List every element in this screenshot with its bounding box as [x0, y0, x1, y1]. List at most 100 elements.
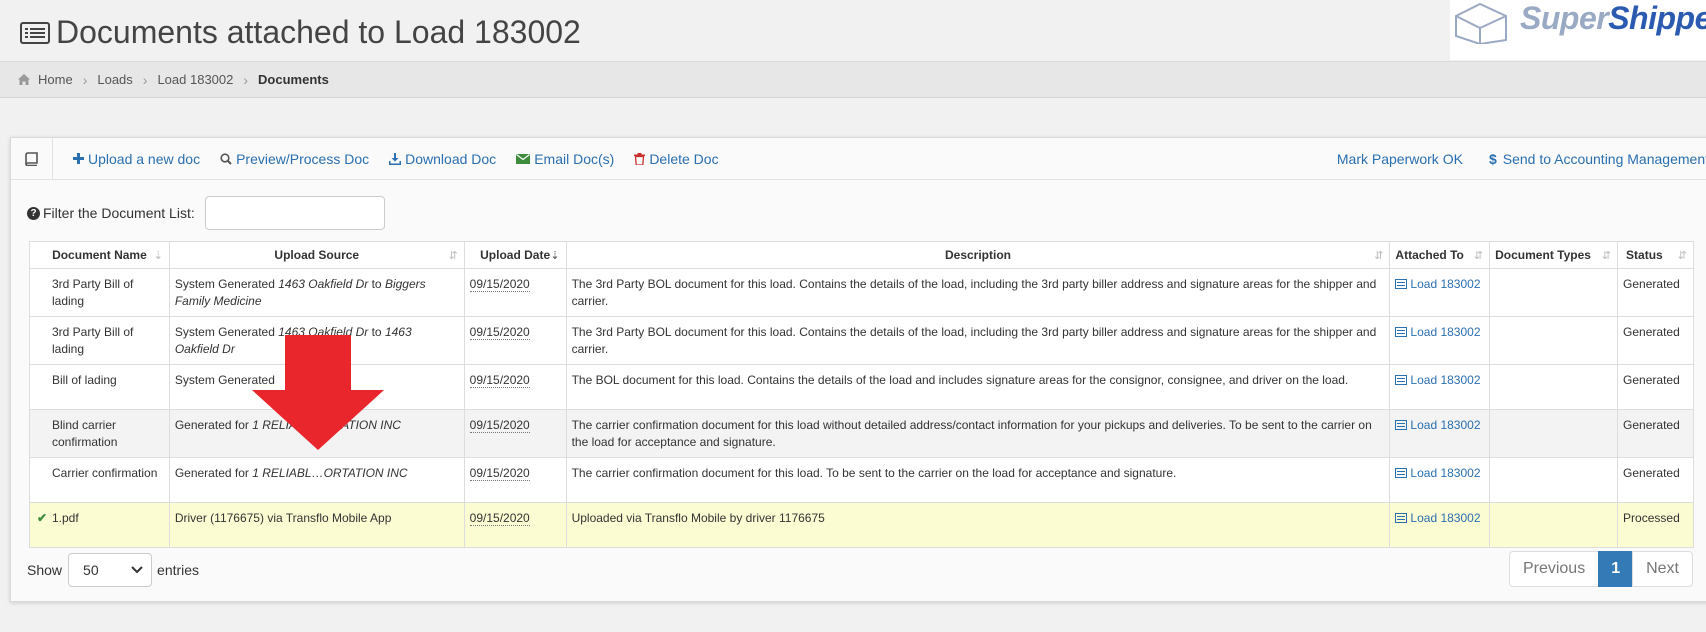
col-header-attached-to[interactable]: Attached To ⇵ — [1389, 241, 1491, 269]
source-from: 1463 Oakfield Dr — [278, 325, 369, 339]
cell-document-types — [1489, 409, 1619, 458]
upload-doc-button[interactable]: Upload a new doc — [73, 151, 200, 167]
sort-icon: ⇵ — [1601, 250, 1612, 262]
breadcrumb-load[interactable]: Load 183002 — [157, 72, 233, 87]
col-header-label: Description — [944, 248, 1011, 262]
cell-upload-source: System Generated — [168, 364, 465, 410]
sort-icon: ⇵ — [1677, 250, 1687, 262]
cell-document-name: Carrier confirmation — [29, 457, 170, 503]
next-page-button[interactable]: Next — [1632, 551, 1693, 587]
email-docs-button[interactable]: Email Doc(s) — [516, 151, 614, 167]
send-to-accounting-button[interactable]: $ Send to Accounting Management — [1489, 151, 1706, 167]
col-header-upload-date[interactable]: Upload Date ⇣ — [463, 241, 567, 269]
chevron-right-icon: › — [142, 71, 148, 88]
table-row[interactable]: 3rd Party Bill of lading System Generate… — [29, 268, 1694, 317]
cell-attached-to: Load 183002 — [1389, 268, 1491, 317]
attached-load-text: Load 183002 — [1410, 325, 1481, 339]
attached-load-link[interactable]: Load 183002 — [1395, 418, 1481, 432]
book-icon-button[interactable] — [11, 137, 53, 180]
toolbar: Upload a new doc Preview/Process Doc Dow… — [11, 137, 1706, 180]
send-to-accounting-label: Send to Accounting Management — [1502, 151, 1706, 167]
attached-load-link[interactable]: Load 183002 — [1395, 325, 1481, 339]
cell-document-name: 3rd Party Bill of lading — [29, 316, 170, 365]
col-header-description[interactable]: Description ⇵ — [565, 241, 1391, 269]
cell-upload-source: Generated for 1 RELIAB…ORTATION INC — [168, 409, 465, 458]
preview-process-label: Preview/Process Doc — [236, 150, 370, 167]
upload-date-value: 09/15/2020 — [469, 277, 530, 292]
breadcrumb: Home › Loads › Load 183002 › Documents — [0, 62, 1706, 98]
delete-doc-button[interactable]: Delete Doc — [634, 151, 719, 167]
cell-upload-date: 09/15/2020 — [463, 364, 567, 410]
cell-document-types — [1489, 502, 1619, 548]
list-alt-icon — [1395, 375, 1408, 385]
plus-icon — [73, 153, 84, 164]
attached-load-link[interactable]: Load 183002 — [1395, 373, 1481, 387]
breadcrumb-loads[interactable]: Loads — [97, 72, 132, 87]
cell-upload-source: System Generated 1463 Oakfield Dr to Big… — [168, 268, 465, 317]
logo-wordmark: SuperShipper — [1520, 0, 1706, 37]
table-row[interactable]: 3rd Party Bill of lading System Generate… — [29, 316, 1694, 365]
page-1-button[interactable]: 1 — [1598, 551, 1634, 587]
attached-load-text: Load 183002 — [1410, 277, 1481, 291]
list-alt-icon — [20, 21, 50, 44]
mark-paperwork-ok-label: Mark Paperwork OK — [1336, 151, 1463, 167]
filter-input[interactable] — [204, 196, 385, 230]
cell-upload-date: 09/15/2020 — [463, 409, 567, 458]
source-text: System Generated — [174, 373, 275, 387]
upload-date-value: 09/15/2020 — [469, 511, 530, 526]
cell-status: Generated — [1617, 268, 1694, 317]
attached-load-text: Load 183002 — [1410, 418, 1481, 432]
cell-document-name: 3rd Party Bill of lading — [29, 268, 170, 317]
table-row[interactable]: Carrier confirmation Generated for 1 REL… — [29, 457, 1694, 503]
preview-process-button[interactable]: Preview/Process Doc — [220, 151, 369, 167]
page-title-text: Documents attached to Load 183002 — [56, 14, 581, 50]
list-alt-icon — [1395, 513, 1408, 523]
cell-status: Generated — [1617, 364, 1694, 410]
upload-date-value: 09/15/2020 — [469, 325, 530, 340]
cell-upload-date: 09/15/2020 — [463, 316, 567, 365]
email-docs-label: Email Doc(s) — [534, 150, 615, 167]
attached-load-link[interactable]: Load 183002 — [1395, 277, 1481, 291]
download-doc-button[interactable]: Download Doc — [389, 151, 496, 167]
table-row[interactable]: Bill of lading System Generated 09/15/20… — [29, 364, 1694, 410]
previous-page-button[interactable]: Previous — [1508, 551, 1600, 587]
mark-paperwork-ok-button[interactable]: Mark Paperwork OK — [1337, 151, 1463, 167]
cell-document-name: Bill of lading — [29, 364, 170, 410]
col-header-status[interactable]: Status ⇵ — [1617, 241, 1694, 269]
table-row[interactable]: Blind carrier confirmation Generated for… — [29, 409, 1694, 458]
cell-description: The 3rd Party BOL document for this load… — [565, 268, 1391, 317]
dollar-icon: $ — [1488, 151, 1497, 167]
download-doc-label: Download Doc — [405, 150, 497, 167]
breadcrumb-home[interactable]: Home — [38, 72, 73, 87]
list-alt-icon — [1395, 279, 1408, 289]
cell-upload-date: 09/15/2020 — [463, 457, 567, 503]
show-label: Show — [27, 562, 63, 578]
list-alt-icon — [1395, 420, 1408, 430]
attached-load-text: Load 183002 — [1410, 511, 1481, 525]
filter-bar: ? Filter the Document List: — [27, 196, 385, 230]
col-header-upload-source[interactable]: Upload Source ⇵ — [168, 241, 465, 269]
entries-select[interactable]: 50 — [68, 553, 153, 587]
cell-document-types — [1489, 316, 1619, 365]
col-header-label: Upload Date — [480, 248, 551, 262]
cell-upload-source: Generated for 1 RELIABL…ORTATION INC — [168, 457, 465, 503]
col-header-document-name[interactable]: Document Name ⇣ — [29, 241, 170, 269]
cell-description: The carrier confirmation document for th… — [565, 457, 1391, 503]
table-row-selected[interactable]: ✔ 1.pdf Driver (1176675) via Transflo Mob… — [29, 502, 1694, 548]
source-text: System Generated — [174, 325, 279, 339]
trash-icon — [634, 152, 646, 165]
cell-description: The 3rd Party BOL document for this load… — [565, 316, 1391, 365]
sort-desc-icon: ⇣ — [550, 250, 560, 262]
cell-description: The BOL document for this load. Contains… — [565, 364, 1391, 410]
pagination: Previous 1 Next — [1508, 551, 1693, 587]
page-header: Documents attached to Load 183002 SuperS… — [0, 0, 1706, 62]
upload-doc-label: Upload a new doc — [88, 150, 201, 167]
col-header-document-types[interactable]: Document Types ⇵ — [1489, 241, 1619, 269]
chevron-right-icon: › — [243, 71, 249, 88]
cell-status: Generated — [1617, 457, 1694, 503]
attached-load-link[interactable]: Load 183002 — [1395, 511, 1481, 525]
attached-load-link[interactable]: Load 183002 — [1395, 466, 1481, 480]
source-text: System Generated — [174, 277, 279, 291]
list-alt-icon — [1395, 327, 1408, 337]
page-title: Documents attached to Load 183002 — [20, 14, 581, 51]
